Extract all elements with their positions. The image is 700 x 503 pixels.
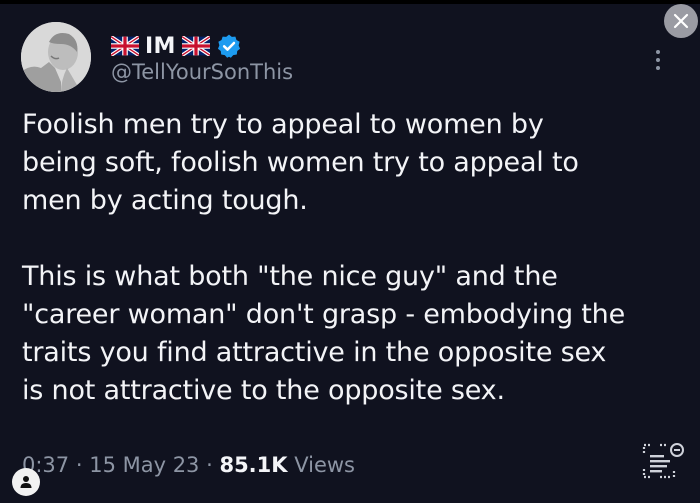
more-vertical-icon [656,66,660,70]
more-vertical-icon [656,58,660,62]
tweet-paragraph: This is what both "the nice guy" and the… [22,261,625,406]
tweet-text: Foolish men try to appeal to women by be… [22,106,694,410]
author-display-name[interactable]: IM [145,34,176,59]
user-button[interactable] [12,468,40,496]
tweet-screenshot: IM @TellYourSonThis Foolish men try to a… [0,0,700,503]
statue-avatar-image [21,22,91,92]
top-strip [0,0,700,4]
close-icon [673,13,689,29]
author-handle[interactable]: @TellYourSonThis [111,60,293,84]
views-label: Views [287,453,355,477]
author-name-row[interactable]: IM [111,30,242,62]
views-count: 85.1K [219,453,288,477]
close-button[interactable] [664,4,698,38]
tweet-meta: 0:37 · 15 May 23 · 85.1K Views [22,453,355,477]
more-vertical-icon [656,50,660,54]
meta-separator: · [199,453,220,477]
more-options-button[interactable] [650,40,666,80]
uk-flag-icon [111,36,139,56]
uk-flag-icon [181,36,210,56]
avatar[interactable] [21,22,91,92]
meta-separator: · [69,453,90,477]
text-scan-icon[interactable] [640,441,686,481]
tweet-date[interactable]: 15 May 23 [89,453,199,477]
verified-badge-icon [217,34,240,58]
user-icon [20,476,32,488]
tweet-paragraph: Foolish men try to appeal to women by be… [22,109,579,216]
